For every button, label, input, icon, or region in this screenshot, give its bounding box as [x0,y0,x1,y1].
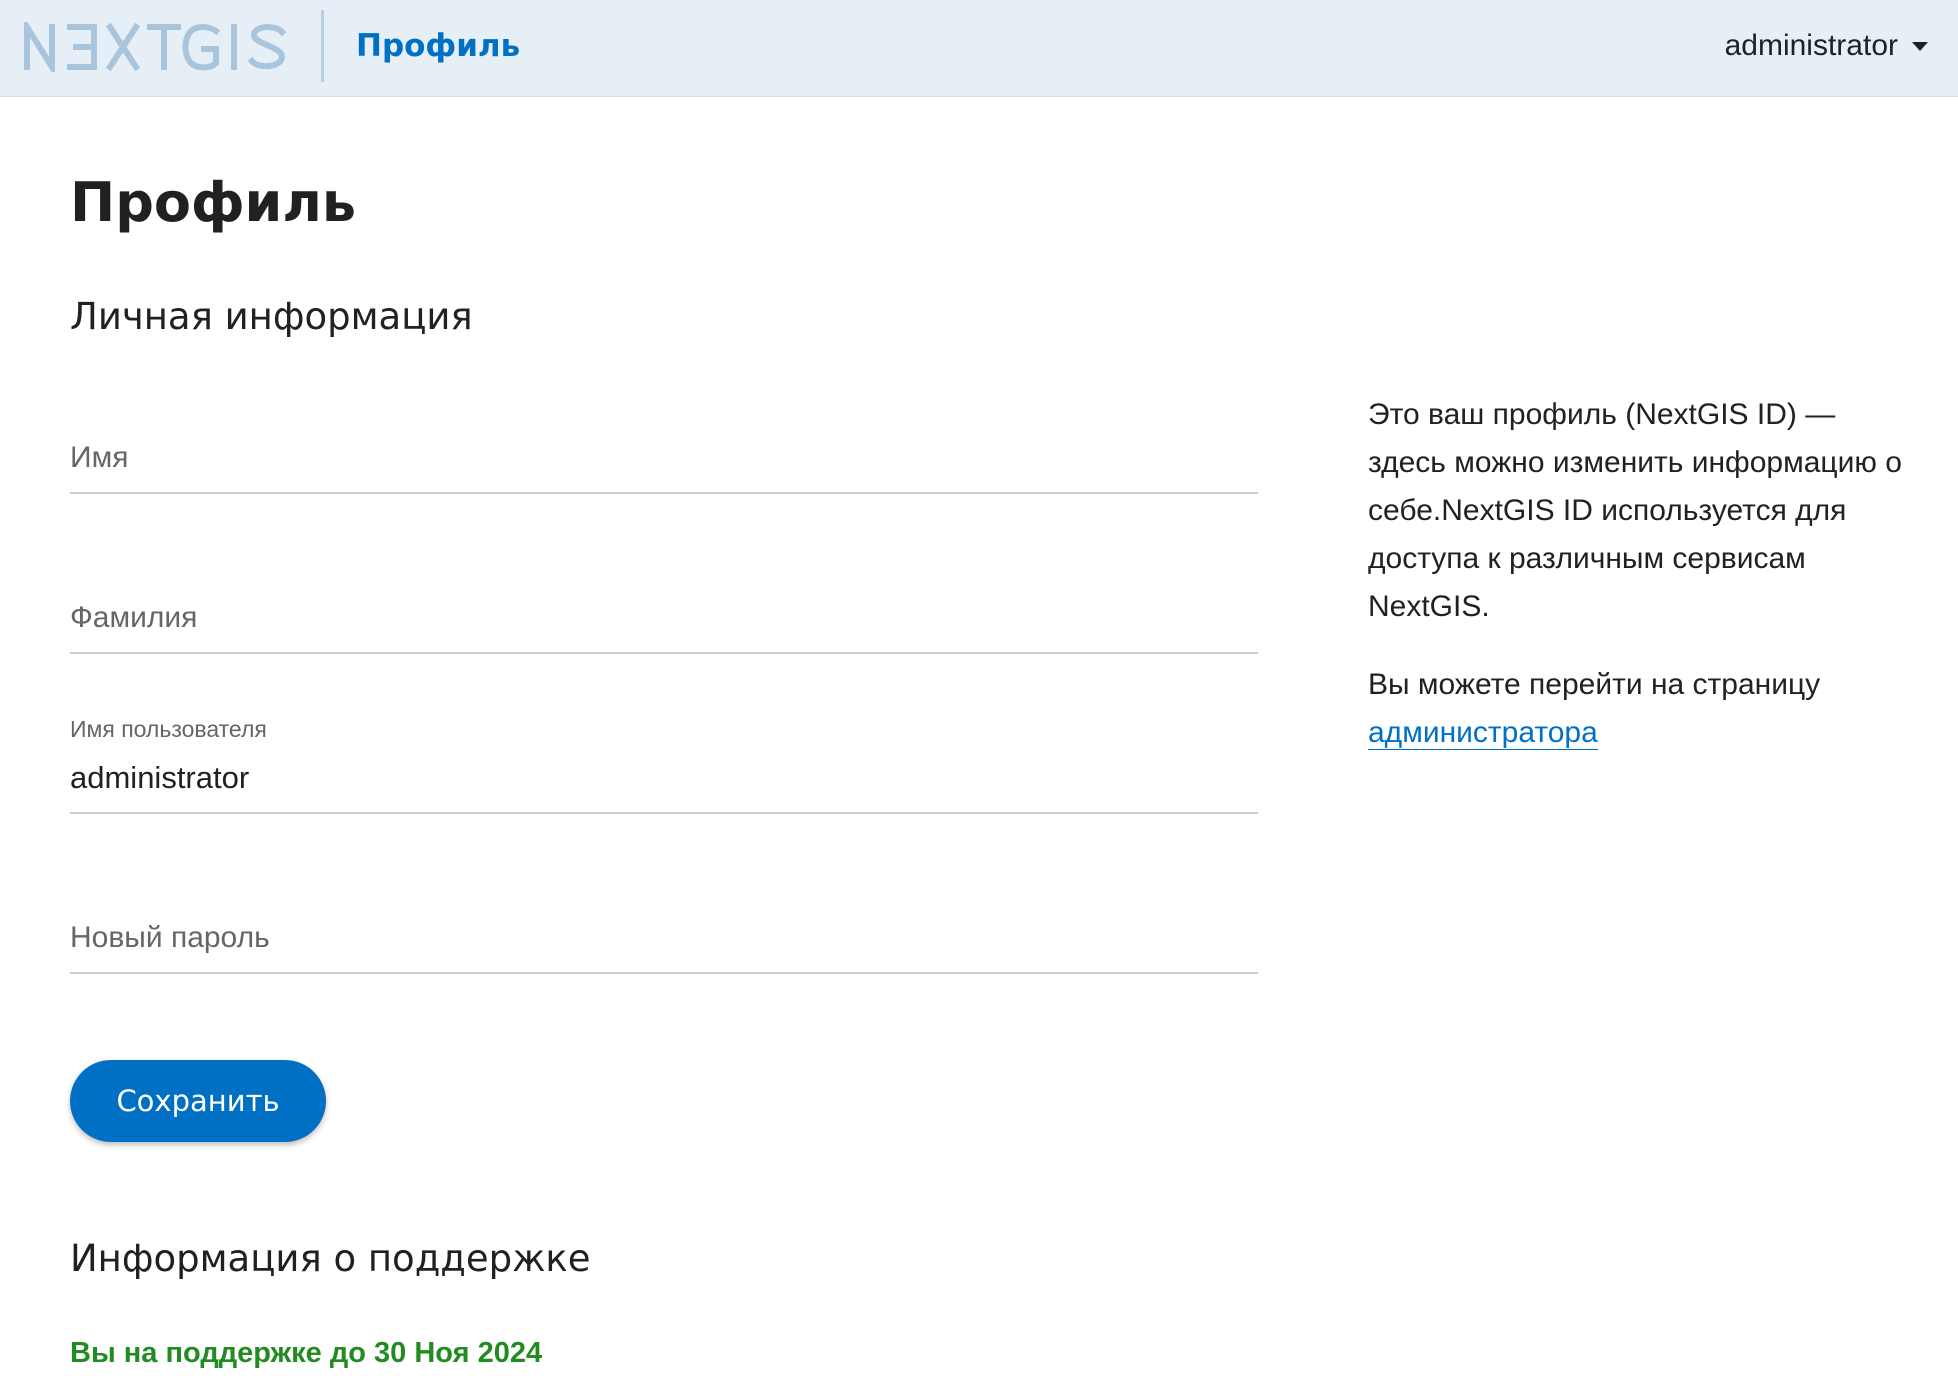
profile-description: Это ваш профиль (NextGIS ID) — здесь мож… [1368,398,1902,623]
nextgis-logo[interactable] [24,22,290,72]
nav-profile-link[interactable]: Профиль [356,26,520,66]
profile-description-panel: Это ваш профиль (NextGIS ID) — здесь мож… [1368,391,1908,787]
support-status-text: Вы на поддержке до 30 Ноя 2024 [70,1337,543,1369]
caret-down-icon [1912,41,1928,51]
admin-page-link[interactable]: администратора [1368,716,1598,750]
new-password-placeholder: Новый пароль [70,921,270,954]
first-name-field[interactable]: Имя [70,334,1258,494]
new-password-underline [70,972,1258,974]
save-button[interactable]: Сохранить [70,1060,326,1142]
username-value: administrator [70,760,250,795]
support-info-heading: Информация о поддержке [70,1237,591,1280]
header-divider [321,10,324,82]
username-label: Имя пользователя [70,716,267,742]
last-name-placeholder: Фамилия [70,601,198,634]
last-name-field[interactable]: Фамилия [70,494,1258,654]
user-menu[interactable]: administrator [1725,26,1928,66]
first-name-placeholder: Имя [70,441,129,474]
top-header: Профиль administrator [0,0,1958,97]
page-title: Профиль [70,171,357,234]
user-menu-label: administrator [1724,29,1898,62]
new-password-field[interactable]: Новый пароль [70,814,1258,974]
admin-prompt-paragraph: Вы можете перейти на страницу администра… [1368,661,1908,757]
admin-prompt-text: Вы можете перейти на страницу [1368,668,1821,701]
username-field[interactable]: Имя пользователя administrator [70,654,1258,814]
